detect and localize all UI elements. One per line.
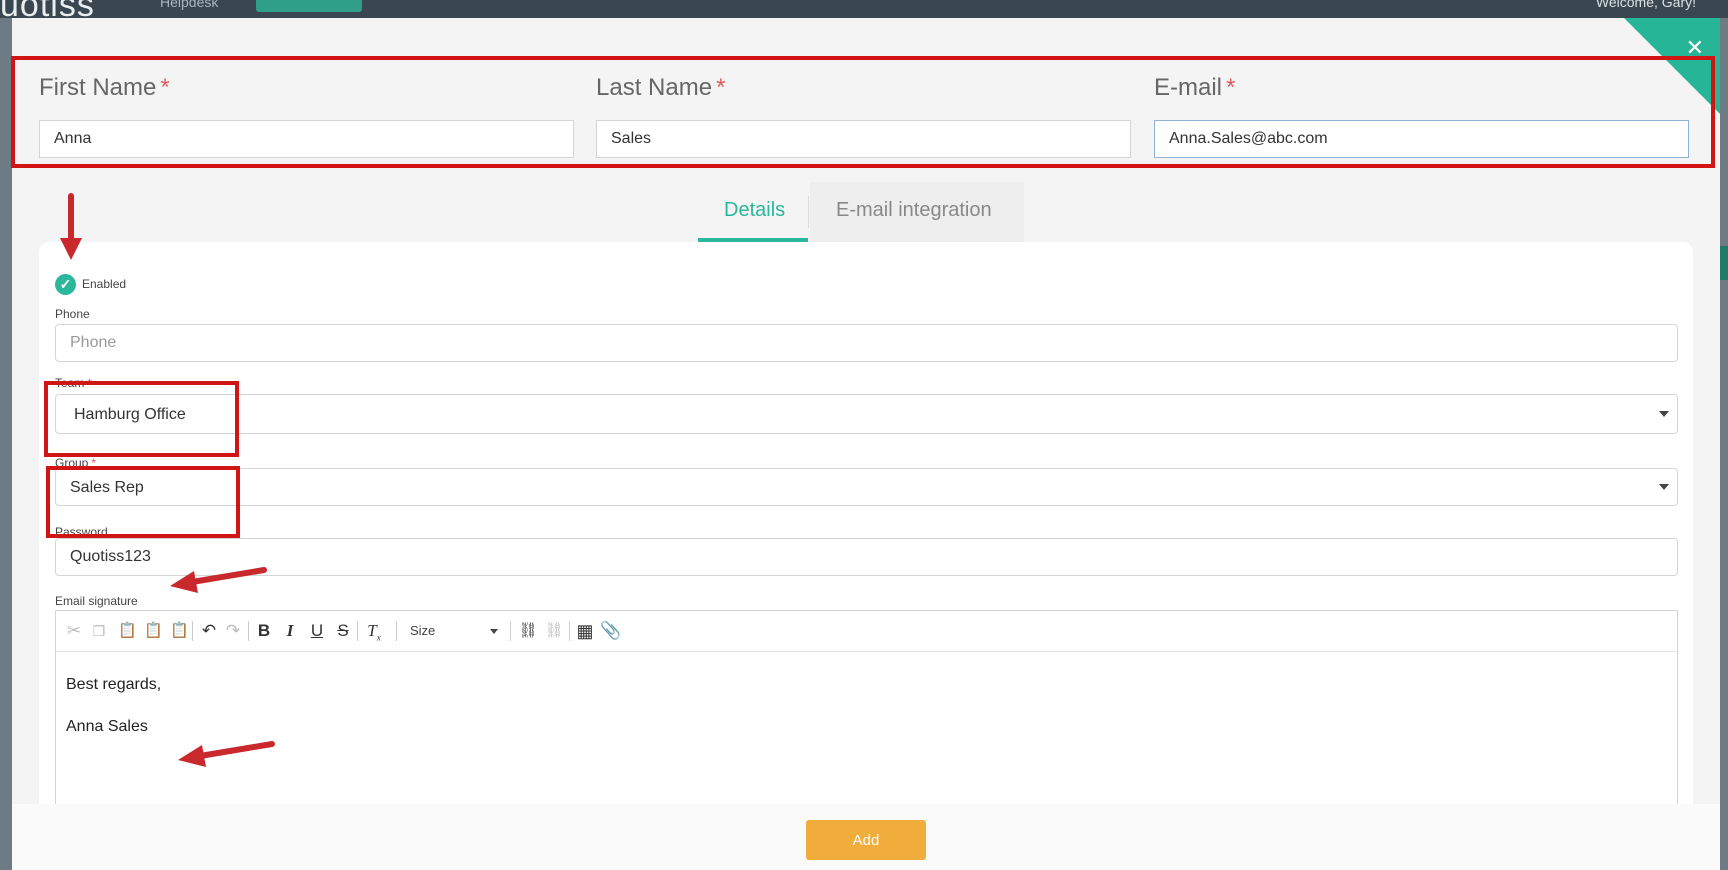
email-input[interactable]: Anna.Sales@abc.com: [1154, 120, 1689, 158]
toolbar-separator: [192, 621, 193, 641]
bold-icon[interactable]: B: [256, 621, 272, 641]
details-panel: ✓ Enabled Phone Phone Team * Hamburg Offi…: [39, 242, 1693, 870]
name-fields-row: First Name * Anna Last Name * Sales E-mail…: [39, 74, 1689, 174]
underline-icon[interactable]: U: [309, 621, 325, 641]
cut-icon[interactable]: ✂: [66, 621, 82, 641]
link-icon[interactable]: ⛓: [518, 621, 538, 641]
attachment-icon[interactable]: 📎: [600, 621, 621, 641]
required-marker: *: [1226, 74, 1236, 101]
chevron-down-icon: [490, 629, 498, 634]
copy-icon[interactable]: ❐: [91, 621, 107, 641]
team-select-value: Hamburg Office: [74, 406, 186, 423]
undo-icon[interactable]: ↶: [200, 621, 218, 641]
paste-word-icon[interactable]: 📋: [170, 621, 189, 641]
font-size-select[interactable]: Size: [406, 620, 502, 642]
email-group: E-mail * Anna.Sales@abc.com: [1154, 74, 1689, 158]
last-name-input[interactable]: Sales: [596, 120, 1131, 158]
nav-item-helpdesk[interactable]: Helpdesk: [160, 0, 218, 10]
signature-line: Best regards,: [66, 676, 162, 693]
editor-toolbar: ✂ ❐ 📋 📋 📋 ↶ ↷ B I U S Tx Size ⛓ ⛓ ▦ 📎: [56, 611, 1677, 652]
first-name-input[interactable]: Anna: [39, 120, 574, 158]
nav-pill-button[interactable]: [256, 0, 362, 12]
add-button[interactable]: Add: [806, 820, 926, 860]
paste-icon[interactable]: 📋: [118, 621, 137, 641]
tab-email-integration[interactable]: E-mail integration: [810, 182, 1024, 242]
toolbar-separator: [569, 621, 570, 641]
italic-icon[interactable]: I: [282, 621, 298, 641]
team-label: Team *: [55, 376, 93, 390]
app-header: uotiss Helpdesk Welcome, Gary!: [0, 0, 1728, 24]
last-name-label: Last Name *: [596, 74, 726, 101]
paste-text-icon[interactable]: 📋: [144, 621, 163, 641]
last-name-group: Last Name * Sales: [596, 74, 1131, 158]
toolbar-separator: [357, 621, 358, 641]
background-teal-strip: [1720, 246, 1728, 280]
background-overlay-right: [1720, 18, 1728, 870]
password-label: Password: [55, 525, 108, 539]
required-marker: *: [716, 74, 726, 101]
phone-placeholder: Phone: [70, 334, 117, 351]
team-select[interactable]: Hamburg Office: [55, 394, 1678, 434]
tab-divider: [808, 196, 809, 228]
unlink-icon[interactable]: ⛓: [544, 621, 564, 641]
email-signature-label: Email signature: [55, 594, 138, 608]
tab-details[interactable]: Details: [698, 182, 808, 242]
required-marker: *: [160, 74, 170, 101]
toolbar-separator: [510, 621, 511, 641]
email-label: E-mail *: [1154, 74, 1236, 101]
chevron-down-icon: [1659, 484, 1669, 490]
close-icon[interactable]: ✕: [1686, 37, 1704, 59]
redo-icon[interactable]: ↷: [224, 621, 242, 641]
welcome-text: Welcome, Gary!: [1595, 0, 1696, 10]
phone-input[interactable]: Phone: [55, 324, 1678, 362]
table-icon[interactable]: ▦: [575, 621, 595, 641]
chevron-down-icon: [1659, 411, 1669, 417]
remove-format-icon[interactable]: Tx: [364, 621, 384, 642]
editor-content[interactable]: Best regards, Anna Sales: [66, 675, 161, 759]
modal-footer: Add: [12, 804, 1720, 870]
password-input[interactable]: Quotiss123: [55, 538, 1678, 576]
toolbar-separator: [396, 621, 397, 641]
enabled-label: Enabled: [82, 277, 127, 291]
font-size-select-label: Size: [410, 623, 436, 638]
signature-line: Anna Sales: [66, 718, 148, 735]
check-icon[interactable]: ✓: [55, 274, 76, 295]
phone-label: Phone: [55, 307, 90, 321]
required-marker: *: [87, 376, 93, 390]
group-select-value: Sales Rep: [70, 479, 144, 496]
group-select[interactable]: Sales Rep: [55, 468, 1678, 506]
strikethrough-icon[interactable]: S: [335, 621, 351, 641]
first-name-group: First Name * Anna: [39, 74, 574, 158]
toolbar-separator: [248, 621, 249, 641]
first-name-label: First Name *: [39, 74, 170, 101]
add-user-modal: ✕ First Name * Anna Last Name * Sales E-ma…: [12, 18, 1720, 870]
